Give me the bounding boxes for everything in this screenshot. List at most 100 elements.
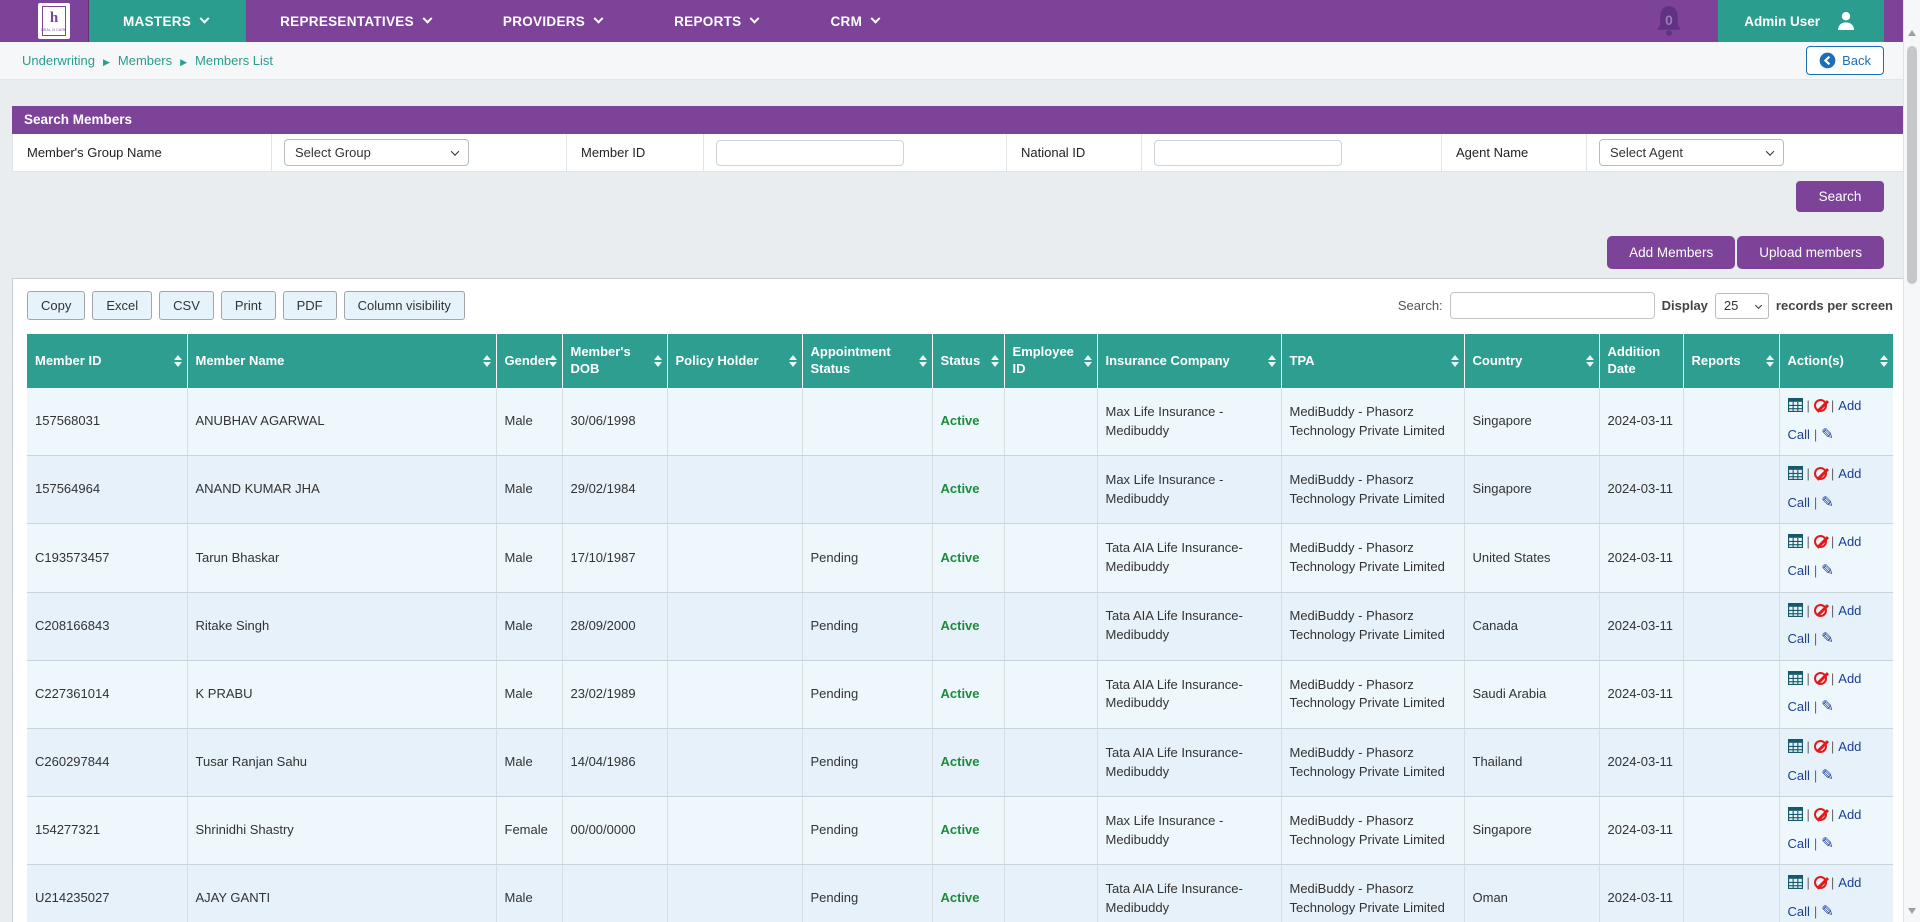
app-logo[interactable]: h HEAL N CARE xyxy=(38,3,70,39)
page-scrollbar[interactable] xyxy=(1903,0,1920,922)
status-badge: Active xyxy=(941,481,980,496)
pdf-button[interactable]: PDF xyxy=(283,291,337,320)
breadcrumb-separator-icon: ▶ xyxy=(180,57,187,67)
block-member-icon[interactable] xyxy=(1814,399,1827,412)
block-member-icon[interactable] xyxy=(1814,808,1827,821)
page-size-select[interactable]: 25 xyxy=(1715,293,1769,319)
edit-icon[interactable]: ✎ xyxy=(1821,767,1834,784)
breadcrumb-bar: Underwriting▶Members▶Members List Back xyxy=(0,42,1920,80)
column-header-policy-holder[interactable]: Policy Holder xyxy=(667,334,802,388)
table-cell: Canada xyxy=(1464,592,1599,660)
table-cell xyxy=(667,388,802,456)
block-member-icon[interactable] xyxy=(1814,467,1827,480)
nav-item-crm[interactable]: CRM xyxy=(796,0,917,42)
copy-button[interactable]: Copy xyxy=(27,291,85,320)
excel-button[interactable]: Excel xyxy=(92,291,152,320)
block-member-icon[interactable] xyxy=(1814,876,1827,889)
block-member-icon[interactable] xyxy=(1814,740,1827,753)
member-details-icon[interactable] xyxy=(1788,601,1803,626)
table-cell: AJAY GANTI xyxy=(187,865,496,922)
scroll-up-arrow-icon[interactable] xyxy=(1908,30,1916,36)
chevron-down-icon xyxy=(200,13,210,23)
member-details-icon[interactable] xyxy=(1788,737,1803,762)
actions-cell: ||Add Call|✎ xyxy=(1779,592,1893,660)
edit-icon[interactable]: ✎ xyxy=(1821,494,1834,511)
column-header-status[interactable]: Status xyxy=(932,334,1004,388)
scroll-down-arrow-icon[interactable] xyxy=(1908,908,1916,914)
table-cell xyxy=(1004,524,1097,592)
column-header-action-s-[interactable]: Action(s) xyxy=(1779,334,1893,388)
column-header-reports[interactable]: Reports xyxy=(1683,334,1779,388)
breadcrumb-item[interactable]: Underwriting xyxy=(22,53,95,68)
breadcrumb-item[interactable]: Members List xyxy=(195,53,273,68)
table-cell xyxy=(1683,797,1779,865)
table-cell: 2024-03-11 xyxy=(1599,797,1683,865)
member-details-icon[interactable] xyxy=(1788,873,1803,898)
csv-button[interactable]: CSV xyxy=(159,291,214,320)
nav-item-providers[interactable]: PROVIDERS xyxy=(469,0,640,42)
actions-cell: ||Add Call|✎ xyxy=(1779,524,1893,592)
edit-icon[interactable]: ✎ xyxy=(1821,835,1834,852)
user-menu[interactable]: Admin User xyxy=(1718,0,1884,42)
member-details-icon[interactable] xyxy=(1788,464,1803,489)
column-header-member-name[interactable]: Member Name xyxy=(187,334,496,388)
block-member-icon[interactable] xyxy=(1814,672,1827,685)
edit-icon[interactable]: ✎ xyxy=(1821,903,1834,920)
back-button[interactable]: Back xyxy=(1806,46,1884,75)
table-cell xyxy=(667,797,802,865)
column-header-member-id[interactable]: Member ID xyxy=(27,334,187,388)
nav-item-reports[interactable]: REPORTS xyxy=(640,0,796,42)
member-details-icon[interactable] xyxy=(1788,669,1803,694)
column-header-addition-date[interactable]: Addition Date xyxy=(1599,334,1683,388)
column-header-tpa[interactable]: TPA xyxy=(1281,334,1464,388)
sort-icon xyxy=(549,355,557,367)
table-cell xyxy=(802,456,932,524)
status-badge: Active xyxy=(941,413,980,428)
edit-icon[interactable]: ✎ xyxy=(1821,698,1834,715)
block-member-icon[interactable] xyxy=(1814,604,1827,617)
table-cell xyxy=(667,865,802,922)
print-button[interactable]: Print xyxy=(221,291,276,320)
agent-name-select[interactable]: Select Agent xyxy=(1599,139,1784,166)
column-header-country[interactable]: Country xyxy=(1464,334,1599,388)
table-cell: 154277321 xyxy=(27,797,187,865)
actions-cell: ||Add Call|✎ xyxy=(1779,456,1893,524)
table-cell: Tarun Bhaskar xyxy=(187,524,496,592)
column-header-insurance-company[interactable]: Insurance Company xyxy=(1097,334,1281,388)
column-header-employee-id[interactable]: Employee ID xyxy=(1004,334,1097,388)
edit-icon[interactable]: ✎ xyxy=(1821,562,1834,579)
scrollbar-thumb[interactable] xyxy=(1907,46,1917,284)
member-s-group-name-select[interactable]: Select Group xyxy=(284,139,469,166)
add-members-button[interactable]: Add Members xyxy=(1607,236,1735,269)
column-visibility-button[interactable]: Column visibility xyxy=(344,291,465,320)
notification-bell-icon[interactable]: 0 xyxy=(1654,3,1684,39)
edit-icon[interactable]: ✎ xyxy=(1821,426,1834,443)
table-cell: 29/02/1984 xyxy=(562,456,667,524)
national-id-input[interactable] xyxy=(1154,140,1342,166)
table-cell: Male xyxy=(496,388,562,456)
block-member-icon[interactable] xyxy=(1814,535,1827,548)
upload-members-button[interactable]: Upload members xyxy=(1737,236,1884,269)
table-cell: 23/02/1989 xyxy=(562,660,667,728)
column-header-appointment-status[interactable]: Appointment Status xyxy=(802,334,932,388)
member-details-icon[interactable] xyxy=(1788,396,1803,421)
edit-icon[interactable]: ✎ xyxy=(1821,630,1834,647)
search-button[interactable]: Search xyxy=(1796,181,1884,212)
member-id-input[interactable] xyxy=(716,140,904,166)
column-header-member-s-dob[interactable]: Member's DOB xyxy=(562,334,667,388)
column-header-gender[interactable]: Gender xyxy=(496,334,562,388)
search-field-cell: Select Group xyxy=(271,134,566,171)
table-search-input[interactable] xyxy=(1450,292,1655,319)
nav-item-masters[interactable]: MASTERS xyxy=(89,0,246,42)
nav-item-representatives[interactable]: REPRESENTATIVES xyxy=(246,0,469,42)
export-buttons: CopyExcelCSVPrintPDFColumn visibility xyxy=(27,291,472,320)
breadcrumb-item[interactable]: Members xyxy=(118,53,172,68)
logo-frame: h HEAL N CARE xyxy=(42,6,66,36)
notification-count: 0 xyxy=(1665,13,1673,28)
status-badge: Active xyxy=(941,890,980,905)
member-details-icon[interactable] xyxy=(1788,805,1803,830)
table-cell xyxy=(1004,797,1097,865)
table-cell: Tata AIA Life Insurance- Medibuddy xyxy=(1097,728,1281,796)
member-details-icon[interactable] xyxy=(1788,532,1803,557)
chevron-down-icon xyxy=(871,13,881,23)
